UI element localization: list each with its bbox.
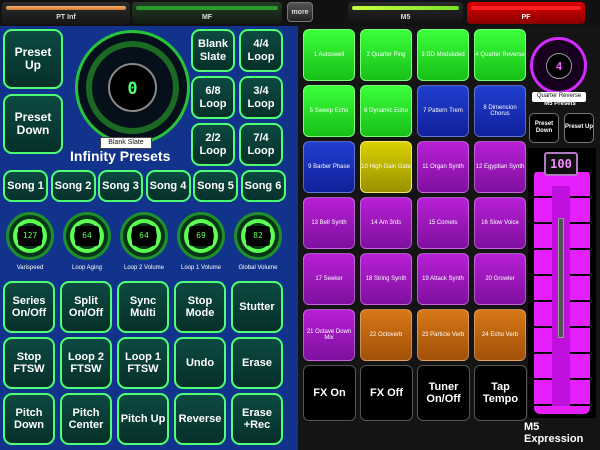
loop-button[interactable]: 6/8 Loop	[191, 76, 235, 119]
volume-knob[interactable]: 82	[234, 212, 282, 260]
top-tab-bar: PT Inf MF more M5 PF	[0, 0, 600, 26]
fx-button[interactable]: FX On	[303, 365, 356, 421]
m5-expression-label: M5 Expression	[524, 421, 584, 445]
control-button[interactable]: Series On/Off	[3, 281, 55, 333]
knob-value: 64	[75, 226, 99, 246]
control-button[interactable]: Stutter	[231, 281, 283, 333]
volume-knob[interactable]: 64	[63, 212, 111, 260]
tab-pf[interactable]: PF	[467, 2, 585, 24]
preset-pad[interactable]: 18 String Synth	[360, 253, 412, 305]
more-button[interactable]: more	[287, 2, 313, 22]
control-button[interactable]: Stop FTSW	[3, 337, 55, 389]
knob-label: Loop 2 Volume	[123, 265, 165, 271]
dial-center: 0	[108, 63, 157, 112]
fx-button[interactable]: FX Off	[360, 365, 413, 421]
volume-knob[interactable]: 64	[120, 212, 168, 260]
song-button[interactable]: Song 1	[3, 170, 48, 202]
control-button[interactable]: Loop 1 FTSW	[117, 337, 169, 389]
loop-button[interactable]: Blank Slate	[191, 29, 235, 72]
control-button[interactable]: Erase	[231, 337, 283, 389]
tab-mf-label: MF	[201, 14, 213, 21]
infinity-presets-title: Infinity Presets	[70, 148, 171, 164]
preset-pad[interactable]: 17 Seeker	[303, 253, 355, 305]
song-button[interactable]: Song 6	[240, 170, 286, 202]
tab-pt-infinity[interactable]: PT Inf	[2, 2, 130, 24]
knob-value: 64	[132, 226, 156, 246]
tab-pf-label: PF	[521, 14, 531, 21]
knob-value: 82	[246, 226, 270, 246]
preset-pad[interactable]: 5 Sweep Echo	[303, 85, 355, 137]
preset-pad[interactable]: 11 Organ Synth	[417, 141, 469, 193]
preset-pad[interactable]: 3 DD Modulated	[417, 29, 469, 81]
control-button[interactable]: Loop 2 FTSW	[60, 337, 112, 389]
dial-value: 0	[127, 79, 138, 99]
preset-pad[interactable]: 10 High Gain Gate	[360, 141, 412, 193]
preset-pad[interactable]: 13 Bell Synth	[303, 197, 355, 249]
control-button[interactable]: Pitch Down	[3, 393, 55, 445]
preset-pad[interactable]: 19 Attack Synth	[417, 253, 469, 305]
preset-pad[interactable]: 23 Particle Verb	[417, 309, 469, 361]
knob-label: Global Volume	[238, 265, 278, 271]
control-button[interactable]: Undo	[174, 337, 226, 389]
control-button[interactable]: Reverse	[174, 393, 226, 445]
preset-pad[interactable]: 21 Octave Down Mix	[303, 309, 355, 361]
knob-value: 69	[189, 226, 213, 246]
m5-preset-down-button[interactable]: Preset Down	[529, 113, 559, 143]
preset-pad[interactable]: 6 Dynamic Echo	[360, 85, 412, 137]
loop-button[interactable]: 3/4 Loop	[239, 76, 283, 119]
control-button[interactable]: Erase +Rec	[231, 393, 283, 445]
control-button[interactable]: Sync Multi	[117, 281, 169, 333]
preset-pad[interactable]: 8 Dimension Chorus	[474, 85, 526, 137]
m5-preset-dial[interactable]: 4	[530, 37, 587, 94]
preset-pad[interactable]: 14 Am 3rds	[360, 197, 412, 249]
preset-up-button[interactable]: Preset Up	[3, 29, 63, 89]
preset-pad[interactable]: 4 Quarter Reverse	[474, 29, 526, 81]
preset-pad[interactable]: 20 Growler	[474, 253, 526, 305]
song-button[interactable]: Song 2	[50, 170, 96, 202]
control-button[interactable]: Pitch Up	[117, 393, 169, 445]
tab-pt-label: PT Inf	[56, 14, 76, 21]
preset-pad[interactable]: 12 Egyptian Synth	[474, 141, 526, 193]
song-button[interactable]: Song 5	[193, 170, 238, 202]
tab-m5-label: M5	[400, 14, 411, 21]
control-button[interactable]: Pitch Center	[60, 393, 112, 445]
knob-label: Loop 1 Volume	[180, 265, 222, 271]
tab-mf[interactable]: MF	[132, 2, 282, 24]
m5-dial-value: 4	[546, 53, 572, 79]
loop-button[interactable]: 4/4 Loop	[239, 29, 283, 72]
preset-pad[interactable]: 1 Autoswell	[303, 29, 355, 81]
preset-pad[interactable]: 24 Echo Verb	[474, 309, 526, 361]
infinity-panel: Preset Up Preset Down 0 Blank Slate Infi…	[0, 26, 298, 450]
infinity-preset-dial[interactable]: 0	[75, 30, 190, 145]
fx-button[interactable]: Tuner On/Off	[417, 365, 470, 421]
knob-value: 127	[18, 226, 42, 246]
control-button[interactable]: Split On/Off	[60, 281, 112, 333]
m5-presets-label: M5 Presets	[544, 101, 576, 107]
m5-expression-slider[interactable]: 100	[528, 148, 596, 418]
control-button[interactable]: Stop Mode	[174, 281, 226, 333]
preset-pad[interactable]: 9 Barber Phase	[303, 141, 355, 193]
tab-m5[interactable]: M5	[348, 2, 463, 24]
preset-pad[interactable]: 16 Slow Voice	[474, 197, 526, 249]
expression-thumb[interactable]	[558, 218, 564, 338]
expression-readout: 100	[544, 152, 578, 176]
preset-pad[interactable]: 2 Quarter Ping	[360, 29, 412, 81]
knob-label: Varispeed	[16, 265, 44, 271]
preset-pad[interactable]: 22 Octoverb	[360, 309, 412, 361]
volume-knob[interactable]: 127	[6, 212, 54, 260]
preset-pad[interactable]: 15 Comets	[417, 197, 469, 249]
loop-button[interactable]: 2/2 Loop	[191, 123, 235, 166]
preset-down-button[interactable]: Preset Down	[3, 94, 63, 154]
song-button[interactable]: Song 3	[98, 170, 143, 202]
volume-knob[interactable]: 69	[177, 212, 225, 260]
loop-button[interactable]: 7/4 Loop	[239, 123, 283, 166]
fx-button[interactable]: Tap Tempo	[474, 365, 527, 421]
song-button[interactable]: Song 4	[145, 170, 191, 202]
m5-preset-up-button[interactable]: Preset Up	[564, 113, 594, 143]
preset-pad[interactable]: 7 Pattern Trem	[417, 85, 469, 137]
knob-label: Loop Aging	[71, 265, 103, 271]
